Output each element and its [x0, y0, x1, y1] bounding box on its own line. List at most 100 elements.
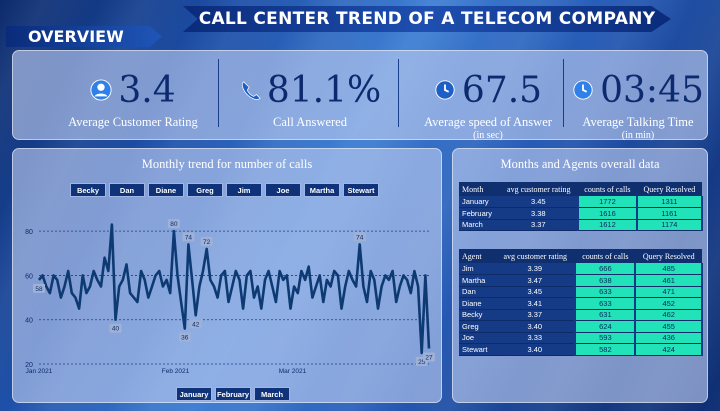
table-cell: 3.40	[495, 320, 576, 333]
agent-button-martha[interactable]: Martha	[304, 183, 340, 197]
table-cell: March	[459, 219, 500, 231]
agent-button-dan[interactable]: Dan	[109, 183, 145, 197]
table-cell: Becky	[459, 309, 496, 321]
table-cell: 424	[634, 343, 703, 356]
agent-button-stewart[interactable]: Stewart	[343, 183, 379, 197]
table-cell: 1174	[635, 219, 704, 231]
kpi-value: 3.4	[118, 69, 176, 111]
table-cell: 631	[574, 309, 637, 321]
months-table-column-header[interactable]: Query Resolved	[636, 182, 702, 196]
agent-button-greg[interactable]: Greg	[187, 183, 223, 197]
table-cell: Dan	[459, 286, 496, 298]
kpi-divider	[563, 59, 564, 127]
table-cell: 3.41	[495, 297, 576, 310]
x-tick-label: Feb 2021	[162, 368, 190, 375]
kpi-label: Average Talking Time	[582, 115, 694, 129]
trend-panel: Monthly trend for number of calls Becky …	[12, 148, 442, 403]
data-label: 40	[112, 326, 120, 333]
table-row: Joe 3.33 593 436	[459, 332, 703, 344]
table-cell: 436	[634, 332, 703, 344]
table-cell: 1311	[635, 196, 704, 208]
table-cell: 593	[574, 332, 637, 344]
kpi-customer-rating: 3.4 Average Customer Rating	[53, 51, 213, 141]
data-label: 80	[170, 221, 178, 228]
months-table: Month avg customer rating counts of calls Q…	[459, 182, 704, 231]
kpi-value: 03:45	[600, 69, 704, 111]
table-cell: 3.47	[495, 274, 576, 287]
table-row: Greg 3.40 624 455	[459, 320, 703, 333]
kpi-unit: (in sec)	[473, 130, 503, 141]
month-button-march[interactable]: March	[254, 387, 290, 401]
kpi-label: Average Customer Rating	[68, 115, 198, 129]
kpi-call-answered: 81.1% Call Answered	[225, 51, 395, 141]
agents-table-column-header[interactable]: counts of calls	[575, 249, 636, 263]
agents-table-column-header[interactable]: Agent	[459, 249, 496, 263]
table-row: Jim 3.39 666 485	[459, 263, 703, 275]
y-tick-label: 60	[25, 273, 33, 280]
table-cell: 462	[634, 309, 703, 321]
kpi-label: Average speed of Answer	[424, 115, 552, 129]
agents-table-body: Jim 3.39 666 485 Martha 3.47 638 461 Dan 3.45 633 4…	[459, 263, 703, 356]
table-cell: January	[459, 196, 500, 208]
kpi-panel: 3.4 Average Customer Rating 81.1% Call A…	[12, 50, 708, 142]
phone-clock-icon	[435, 80, 455, 100]
agent-button-joe[interactable]: Joe	[265, 183, 301, 197]
agents-table-column-header[interactable]: Query Resolved	[635, 249, 702, 263]
months-table-column-header[interactable]: avg customer rating	[499, 182, 578, 196]
months-table-body: January 3.45 1772 1311 February 3.38 1616 1161 M…	[459, 196, 704, 231]
kpi-value: 81.1%	[266, 69, 382, 111]
table-cell: 1161	[635, 207, 704, 220]
table-cell: 3.37	[495, 309, 576, 321]
table-cell: Martha	[459, 274, 496, 287]
table-cell: 1612	[576, 219, 638, 231]
table-cell: 455	[634, 320, 703, 333]
kpi-speed-of-answer: 67.5 Average speed of Answer (in sec)	[408, 51, 568, 142]
overall-data-title: Months and Agents overall data	[500, 157, 660, 171]
data-label: 36	[181, 335, 189, 342]
table-cell: 1616	[576, 207, 638, 220]
table-cell: 666	[574, 263, 637, 275]
table-cell: Stewart	[459, 343, 496, 356]
table-cell: 485	[634, 263, 703, 275]
table-cell: Joe	[459, 332, 496, 344]
overall-data-panel: Months and Agents overall data Month avg …	[452, 148, 708, 403]
data-label: 72	[203, 239, 211, 246]
y-tick-label: 40	[25, 318, 33, 325]
agent-button-diane[interactable]: Diane	[148, 183, 184, 197]
table-cell: 3.45	[495, 286, 576, 298]
table-row: Stewart 3.40 582 424	[459, 343, 703, 356]
user-icon	[90, 79, 112, 101]
table-cell: 3.38	[499, 207, 578, 220]
month-button-january[interactable]: January	[176, 387, 212, 401]
table-cell: 624	[574, 320, 637, 333]
months-table-column-header[interactable]: Month	[459, 182, 500, 196]
overview-tab[interactable]: OVERVIEW	[6, 26, 162, 47]
table-row: Dan 3.45 633 471	[459, 286, 703, 298]
data-label: 74	[356, 234, 364, 241]
data-label: 42	[192, 321, 200, 328]
phone-icon	[241, 81, 261, 100]
table-cell: 3.45	[499, 196, 578, 208]
data-label: 74	[185, 234, 193, 241]
agents-table-column-header[interactable]: avg customer rating	[495, 249, 576, 263]
table-row: Diane 3.41 633 452	[459, 297, 703, 310]
table-row: Becky 3.37 631 462	[459, 309, 703, 321]
table-cell: 3.37	[499, 219, 578, 231]
table-cell: 633	[574, 286, 637, 298]
kpi-label: Call Answered	[273, 115, 347, 129]
table-cell: 3.39	[495, 263, 576, 275]
kpi-talking-time: 03:45 Average Talking Time (in min)	[569, 51, 707, 141]
table-cell: 3.40	[495, 343, 576, 356]
table-cell: 3.33	[495, 332, 576, 344]
agent-button-becky[interactable]: Becky	[70, 183, 106, 197]
table-cell: Diane	[459, 297, 496, 310]
months-table-column-header[interactable]: counts of calls	[577, 182, 637, 196]
table-cell: 461	[634, 274, 703, 287]
table-cell: February	[459, 207, 500, 220]
agent-button-jim[interactable]: Jim	[226, 183, 262, 197]
table-row: January 3.45 1772 1311	[459, 196, 704, 208]
clock-icon	[573, 80, 593, 100]
month-button-february[interactable]: February	[215, 387, 251, 401]
table-cell: Greg	[459, 320, 496, 333]
table-cell: Jim	[459, 263, 496, 275]
